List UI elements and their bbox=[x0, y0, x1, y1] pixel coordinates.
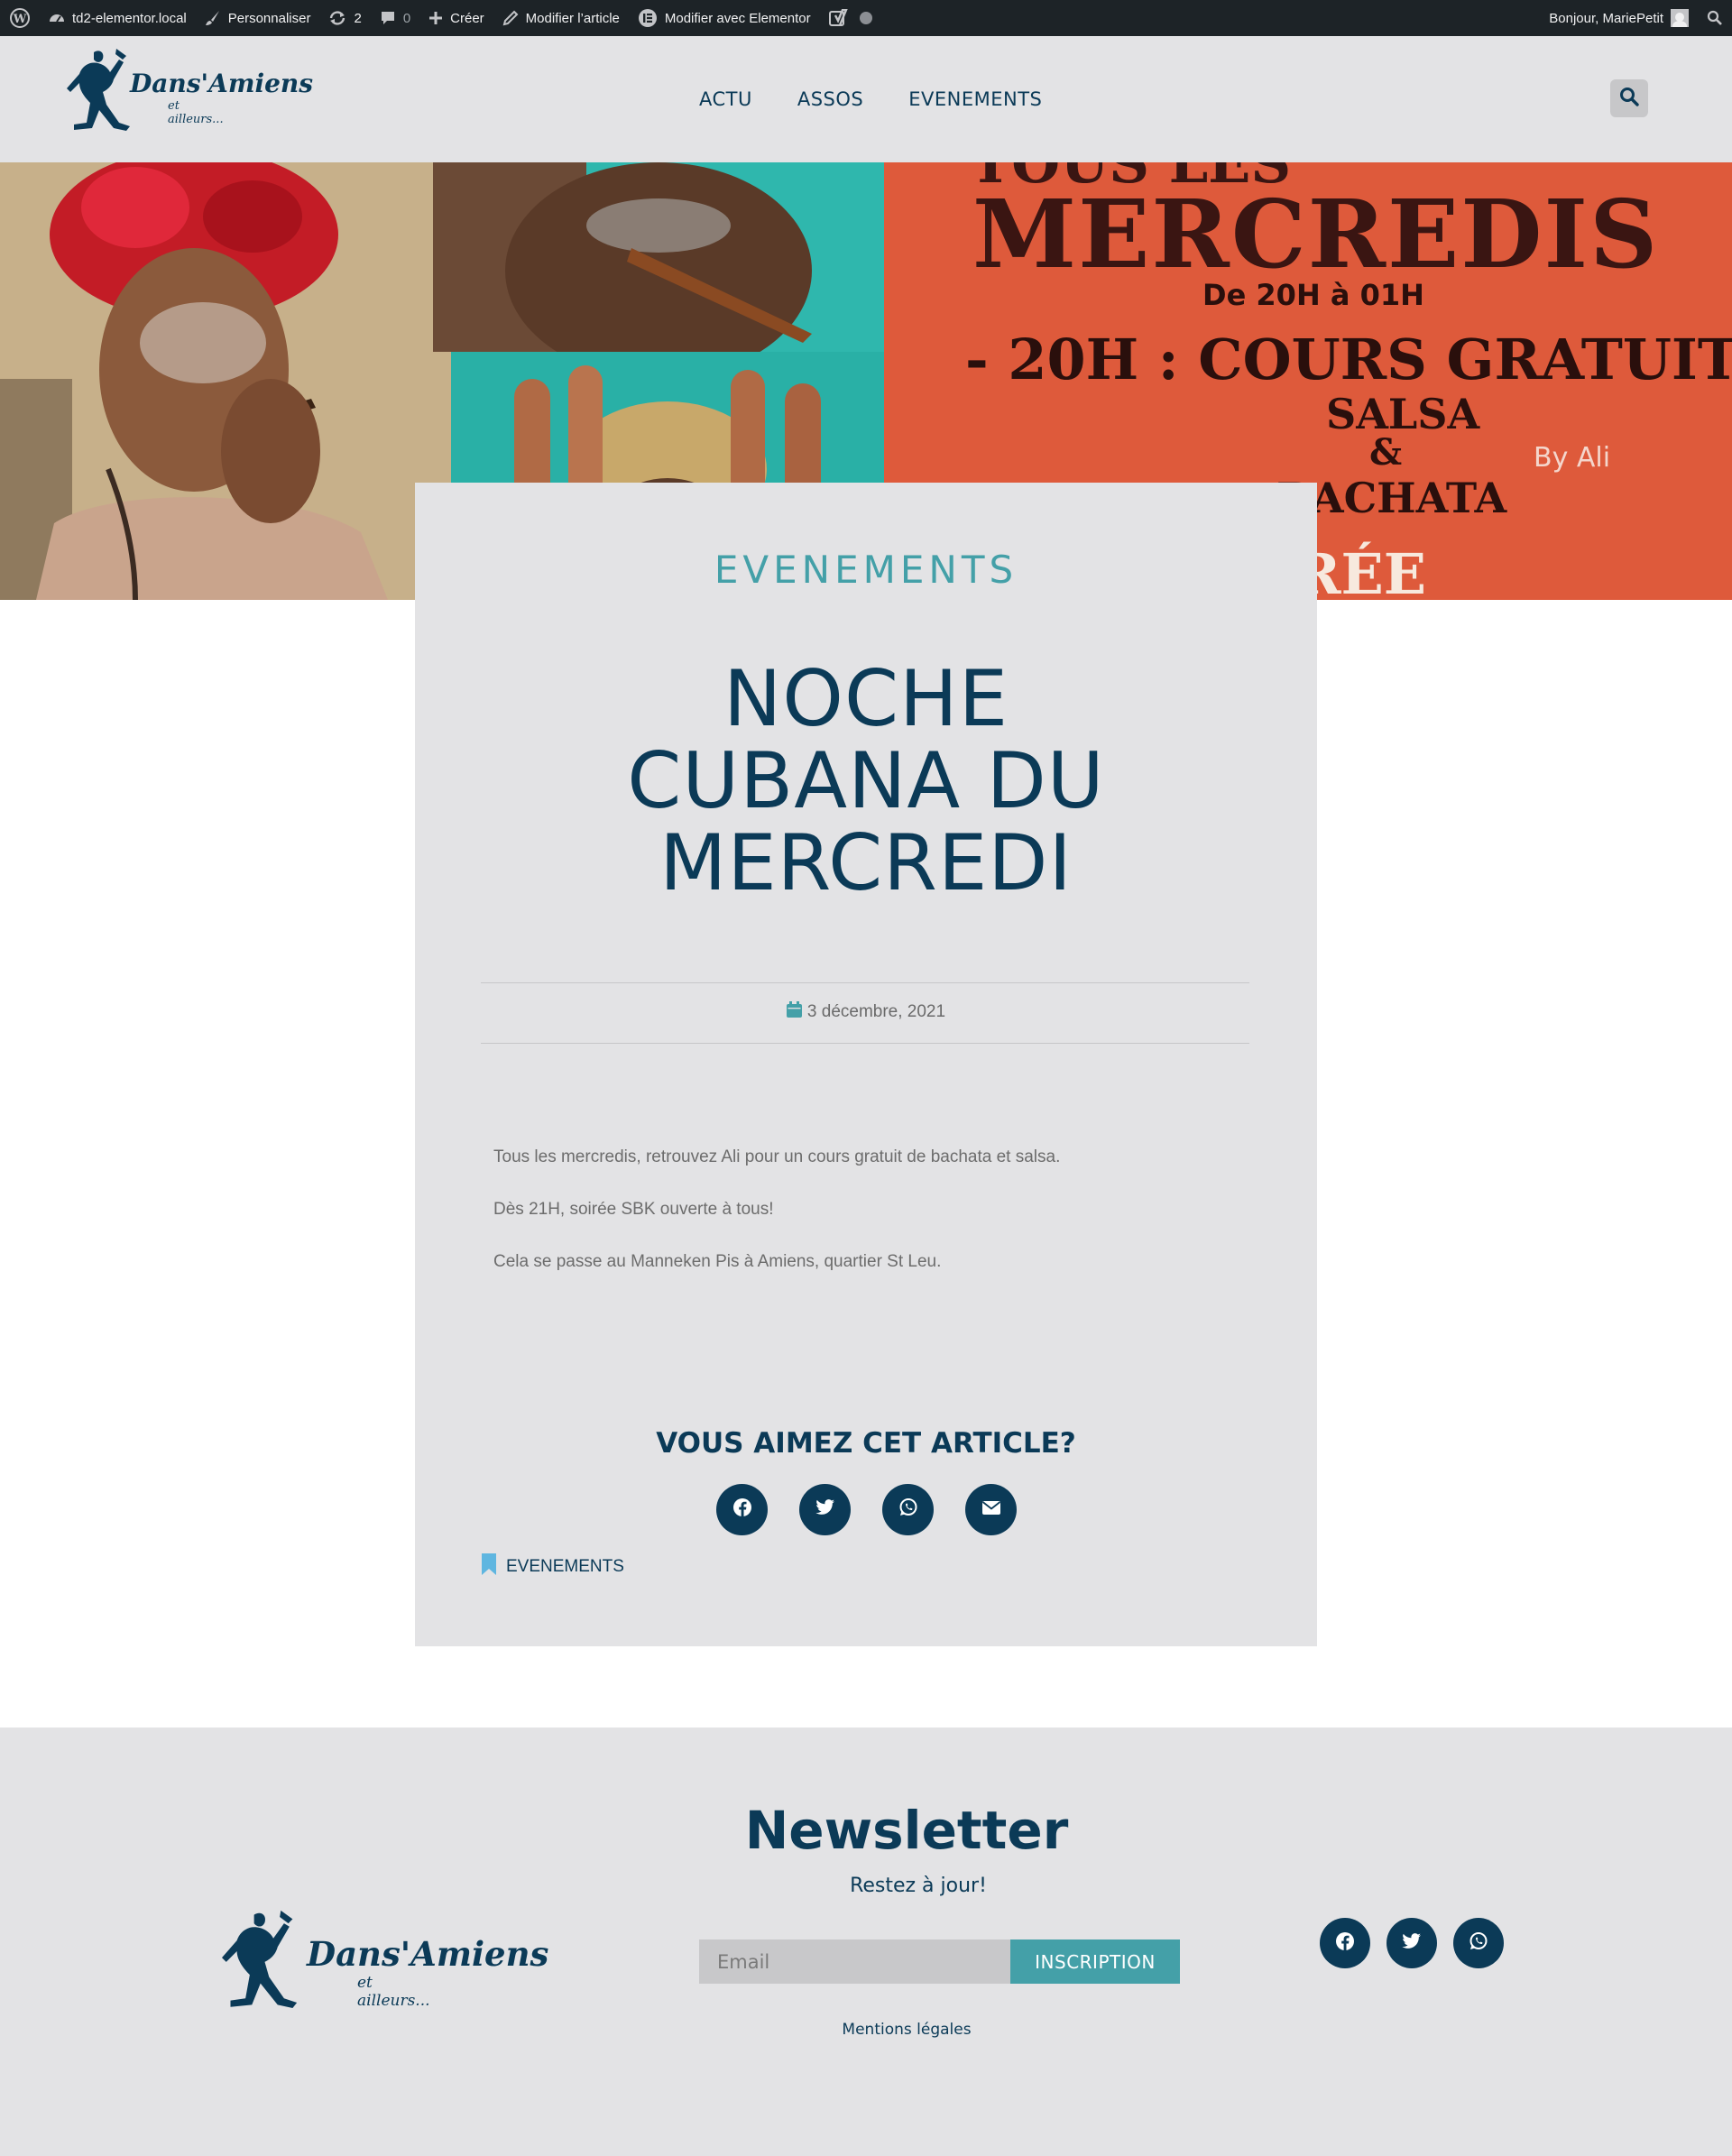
article-card: EVENEMENTS NOCHE CUBANA DU MERCREDI 3 dé… bbox=[415, 483, 1317, 1646]
share-twitter-button[interactable] bbox=[799, 1484, 851, 1535]
search-button[interactable] bbox=[1610, 79, 1648, 117]
wordpress-icon: W bbox=[9, 7, 31, 29]
legal-notice-link[interactable]: Mentions légales bbox=[0, 2021, 1732, 2039]
brush-icon bbox=[205, 10, 221, 26]
whatsapp-icon bbox=[1469, 1931, 1488, 1956]
comments-link[interactable]: 0 bbox=[371, 0, 419, 36]
updates-count: 2 bbox=[354, 10, 362, 26]
article-content: Tous les mercredis, retrouvez Ali pour u… bbox=[493, 1146, 1233, 1303]
avatar-icon bbox=[1671, 9, 1689, 27]
share-buttons bbox=[716, 1484, 1017, 1535]
poster-course: - 20H : COURS GRATUIT bbox=[965, 327, 1732, 392]
poster-line2: MERCREDIS bbox=[972, 179, 1660, 290]
poster-hours: De 20H à 01H bbox=[1202, 278, 1424, 312]
newsletter-subtitle: Restez à jour! bbox=[850, 1875, 987, 1897]
customize-label: Personnaliser bbox=[227, 10, 311, 26]
seo-menu[interactable] bbox=[820, 0, 881, 36]
content-paragraph: Tous les mercredis, retrouvez Ali pour u… bbox=[493, 1147, 1061, 1166]
bookmark-icon bbox=[481, 1553, 497, 1580]
site-name-menu[interactable]: td2-elementor.local bbox=[40, 0, 196, 36]
article-date[interactable]: 3 décembre, 2021 bbox=[807, 1002, 945, 1022]
comments-count: 0 bbox=[402, 10, 411, 26]
footer-whatsapp-button[interactable] bbox=[1453, 1918, 1504, 1968]
email-input[interactable] bbox=[699, 1939, 1010, 1984]
elementor-edit-label: Modifier avec Elementor bbox=[664, 10, 811, 26]
admin-search[interactable] bbox=[1698, 0, 1732, 36]
share-whatsapp-button[interactable] bbox=[882, 1484, 934, 1535]
article-category[interactable]: EVENEMENTS bbox=[415, 548, 1317, 592]
footer-logo-tagline: et ailleurs... bbox=[357, 1974, 430, 2010]
site-name-label: td2-elementor.local bbox=[72, 10, 187, 26]
photo-woman-cigar bbox=[0, 162, 433, 600]
article-title: NOCHE CUBANA DU MERCREDI bbox=[627, 654, 1105, 908]
nav-item-assos[interactable]: ASSOS bbox=[775, 88, 886, 110]
nav-item-evenements[interactable]: EVENEMENTS bbox=[886, 88, 1064, 110]
footer-twitter-button[interactable] bbox=[1387, 1918, 1437, 1968]
calendar-icon bbox=[786, 1001, 802, 1023]
my-account-menu[interactable]: Bonjour, MariePetit bbox=[1540, 0, 1698, 36]
site-header: Dans'Amiens et ailleurs... ACTU ASSOS EV… bbox=[0, 36, 1732, 162]
share-heading: VOUS AIMEZ CET ARTICLE? bbox=[656, 1427, 1076, 1460]
footer-facebook-button[interactable] bbox=[1320, 1918, 1370, 1968]
dancer-logo-icon bbox=[67, 49, 130, 131]
plus-icon bbox=[428, 11, 443, 25]
new-content-menu[interactable]: Créer bbox=[419, 0, 493, 36]
elementor-edit-link[interactable]: Modifier avec Elementor bbox=[629, 0, 820, 36]
site-logo[interactable]: Dans'Amiens et ailleurs... bbox=[67, 47, 313, 138]
newsletter-title: Newsletter bbox=[744, 1800, 1069, 1861]
poster-amp: & bbox=[1369, 431, 1403, 474]
post-tags: EVENEMENTS bbox=[481, 1553, 624, 1580]
dancer-logo-icon bbox=[222, 1910, 298, 2008]
twitter-icon bbox=[815, 1499, 835, 1520]
meta-divider-top bbox=[481, 982, 1249, 983]
content-paragraph: Dès 21H, soirée SBK ouverte à tous! bbox=[493, 1200, 774, 1219]
status-dot-icon bbox=[859, 12, 872, 24]
poster-by: By Ali bbox=[1534, 442, 1611, 474]
edit-post-label: Modifier l’article bbox=[525, 10, 620, 26]
main-navigation: ACTU ASSOS EVENEMENTS bbox=[677, 36, 1064, 162]
twitter-icon bbox=[1402, 1932, 1422, 1954]
article-meta: 3 décembre, 2021 bbox=[415, 1001, 1317, 1023]
wordpress-menu[interactable]: W bbox=[0, 0, 40, 36]
comment-icon bbox=[380, 10, 396, 26]
dashboard-icon bbox=[49, 10, 65, 26]
svg-text:W: W bbox=[13, 13, 27, 26]
whatsapp-icon bbox=[898, 1497, 918, 1522]
logo-tagline: et ailleurs... bbox=[168, 99, 224, 126]
tag-link-evenements[interactable]: EVENEMENTS bbox=[506, 1557, 624, 1577]
admin-bar: W td2-elementor.local Personnaliser 2 0 … bbox=[0, 0, 1732, 36]
site-footer: Dans'Amiens et ailleurs... Newsletter Re… bbox=[0, 1728, 1732, 2156]
share-facebook-button[interactable] bbox=[716, 1484, 768, 1535]
updates-icon bbox=[328, 10, 346, 26]
elementor-icon bbox=[638, 8, 658, 28]
search-icon bbox=[1619, 87, 1639, 111]
yoast-icon bbox=[828, 9, 849, 27]
nav-item-actu[interactable]: ACTU bbox=[677, 88, 775, 110]
greeting-label: Bonjour, MariePetit bbox=[1549, 10, 1663, 26]
meta-divider-bottom bbox=[481, 1043, 1249, 1044]
new-content-label: Créer bbox=[450, 10, 484, 26]
logo-name: Dans'Amiens bbox=[130, 69, 314, 98]
customize-link[interactable]: Personnaliser bbox=[196, 0, 320, 36]
footer-logo[interactable]: Dans'Amiens et ailleurs... bbox=[222, 1903, 548, 2021]
facebook-icon bbox=[732, 1497, 752, 1522]
pencil-icon bbox=[502, 10, 519, 26]
content-paragraph: Cela se passe au Manneken Pis à Amiens, … bbox=[493, 1252, 942, 1271]
poster-dance1: SALSA bbox=[1326, 390, 1480, 438]
footer-logo-name: Dans'Amiens bbox=[307, 1934, 549, 1974]
search-icon bbox=[1707, 10, 1723, 26]
updates-link[interactable]: 2 bbox=[319, 0, 370, 36]
email-icon bbox=[981, 1500, 1001, 1520]
newsletter-form: INSCRIPTION bbox=[699, 1939, 1180, 1984]
subscribe-button[interactable]: INSCRIPTION bbox=[1010, 1939, 1180, 1984]
facebook-icon bbox=[1335, 1931, 1355, 1956]
footer-social-links bbox=[1320, 1918, 1504, 1968]
edit-post-link[interactable]: Modifier l’article bbox=[493, 0, 629, 36]
share-email-button[interactable] bbox=[965, 1484, 1017, 1535]
